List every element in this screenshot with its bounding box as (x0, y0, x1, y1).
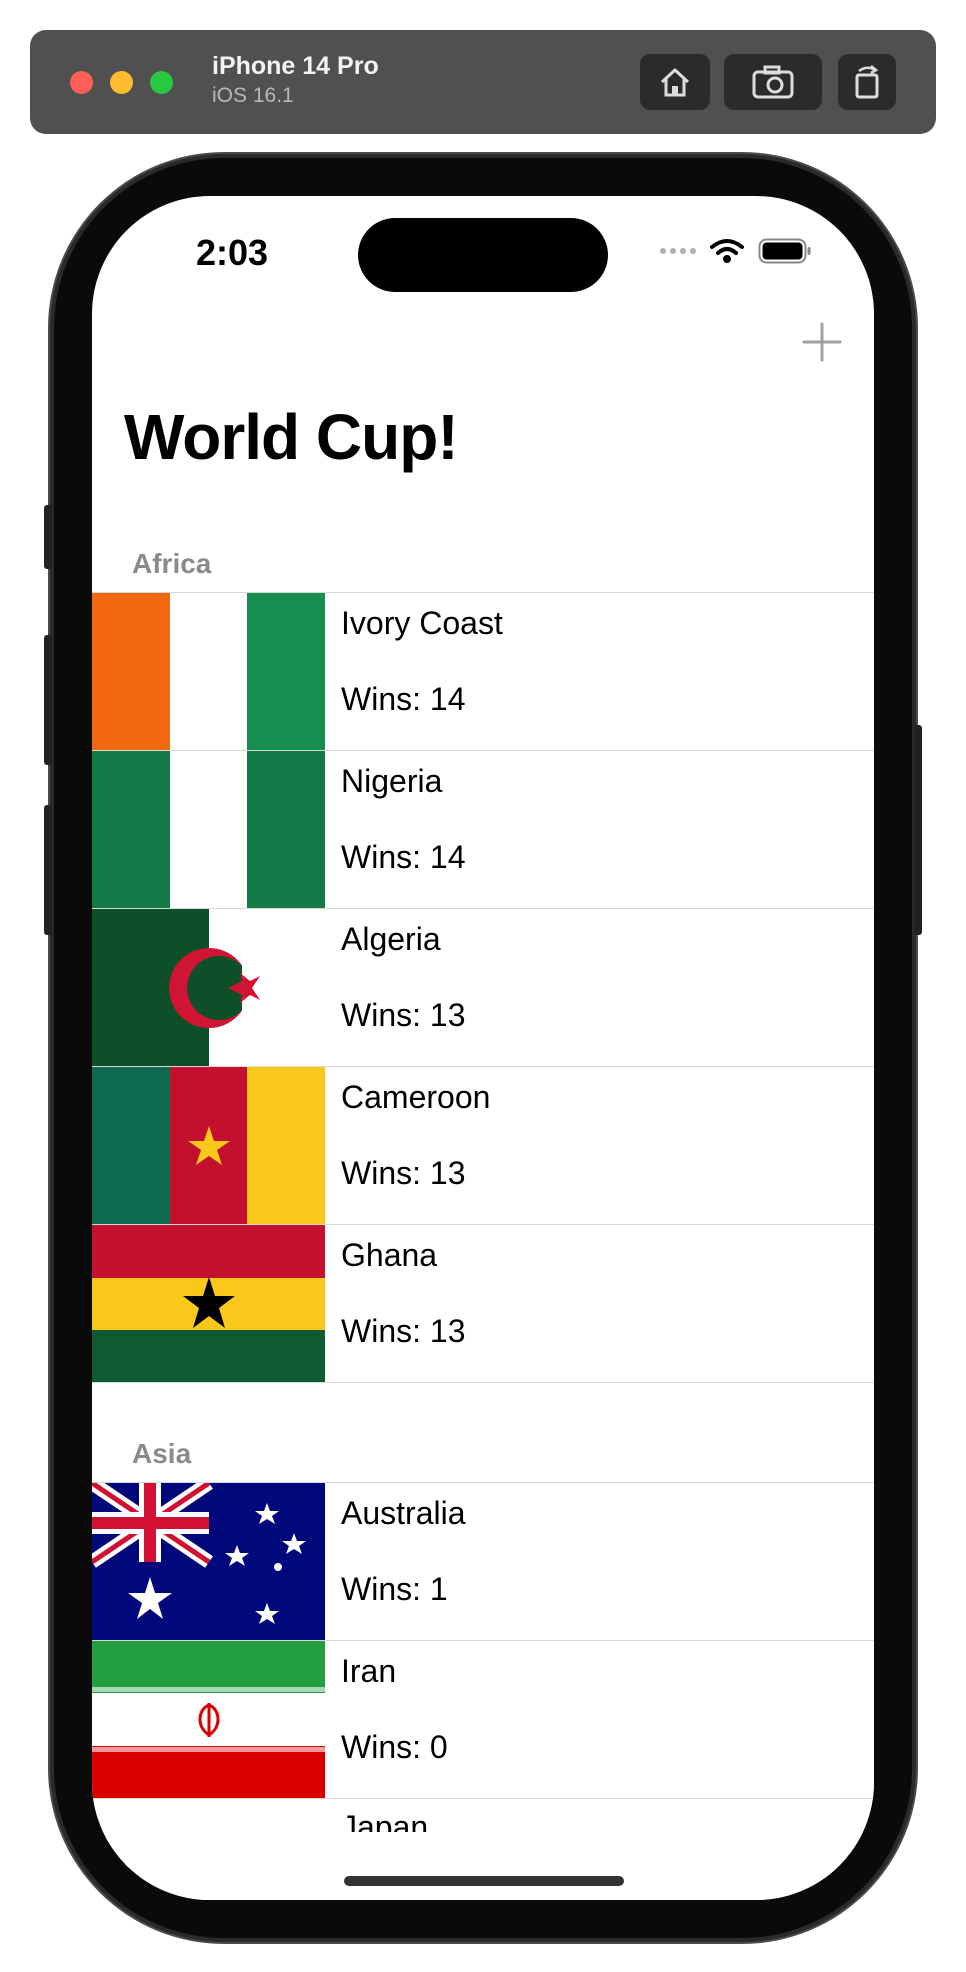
table-row[interactable]: Cameroon Wins: 13 (92, 1066, 874, 1224)
wins-label: Wins: 13 (341, 997, 466, 1033)
content-clip (92, 1832, 874, 1900)
wins-label: Wins: 13 (341, 1155, 466, 1191)
flag-ghana (92, 1225, 325, 1382)
home-indicator[interactable] (344, 1876, 624, 1886)
country-name: Algeria (341, 921, 441, 957)
section-separator (92, 1382, 874, 1383)
screenshot-icon (752, 65, 794, 99)
country-name: Nigeria (341, 763, 443, 799)
flag-ivory-coast (92, 593, 325, 750)
home-button[interactable] (640, 54, 710, 110)
minimize-window-button[interactable] (110, 71, 133, 94)
cellular-signal-icon (660, 248, 696, 254)
screenshot-button[interactable] (724, 54, 822, 110)
table-row[interactable]: Ghana Wins: 13 (92, 1224, 874, 1382)
close-window-button[interactable] (70, 71, 93, 94)
action-button[interactable] (44, 505, 52, 569)
volume-up-button[interactable] (44, 635, 52, 765)
wins-label: Wins: 1 (341, 1571, 448, 1607)
table-row[interactable]: Ivory Coast Wins: 14 (92, 592, 874, 750)
flag-iran (92, 1641, 325, 1798)
flag-australia (92, 1483, 325, 1640)
flag-algeria (92, 909, 325, 1066)
device-os-version: iOS 16.1 (212, 84, 294, 107)
dynamic-island (358, 218, 608, 292)
section-header-asia: Asia (132, 1438, 192, 1469)
country-name: Ivory Coast (341, 605, 503, 641)
flag-cameroon (92, 1067, 325, 1224)
table-row[interactable]: Australia Wins: 1 (92, 1482, 874, 1640)
zoom-window-button[interactable] (150, 71, 173, 94)
wins-label: Wins: 14 (341, 839, 466, 875)
status-indicators (660, 238, 812, 264)
home-icon (660, 68, 690, 97)
volume-down-button[interactable] (44, 805, 52, 935)
wifi-icon (710, 239, 744, 263)
country-name: Ghana (341, 1237, 438, 1273)
phone-screen: 2:03 World Cup! Africa Ivory Coast Wins: (92, 196, 874, 1900)
rotate-button[interactable] (838, 54, 896, 110)
section-header-africa: Africa (132, 548, 212, 579)
page-title: World Cup! (124, 401, 459, 473)
status-time: 2:03 (196, 232, 269, 273)
country-name: Australia (341, 1495, 466, 1531)
flag-nigeria (92, 751, 325, 908)
battery-icon (758, 238, 811, 264)
wins-label: Wins: 14 (341, 681, 466, 717)
country-name: Cameroon (341, 1079, 491, 1115)
rotate-icon (855, 65, 879, 99)
wins-label: Wins: 0 (341, 1729, 448, 1765)
table-row[interactable]: Iran Wins: 0 (92, 1640, 874, 1798)
wins-label: Wins: 13 (341, 1313, 466, 1349)
add-button[interactable] (800, 320, 844, 364)
device-name: iPhone 14 Pro (212, 52, 379, 80)
country-name: Iran (341, 1653, 397, 1689)
table-row[interactable]: Nigeria Wins: 14 (92, 750, 874, 908)
power-button[interactable] (914, 725, 922, 935)
table-row[interactable]: Algeria Wins: 13 (92, 908, 874, 1066)
